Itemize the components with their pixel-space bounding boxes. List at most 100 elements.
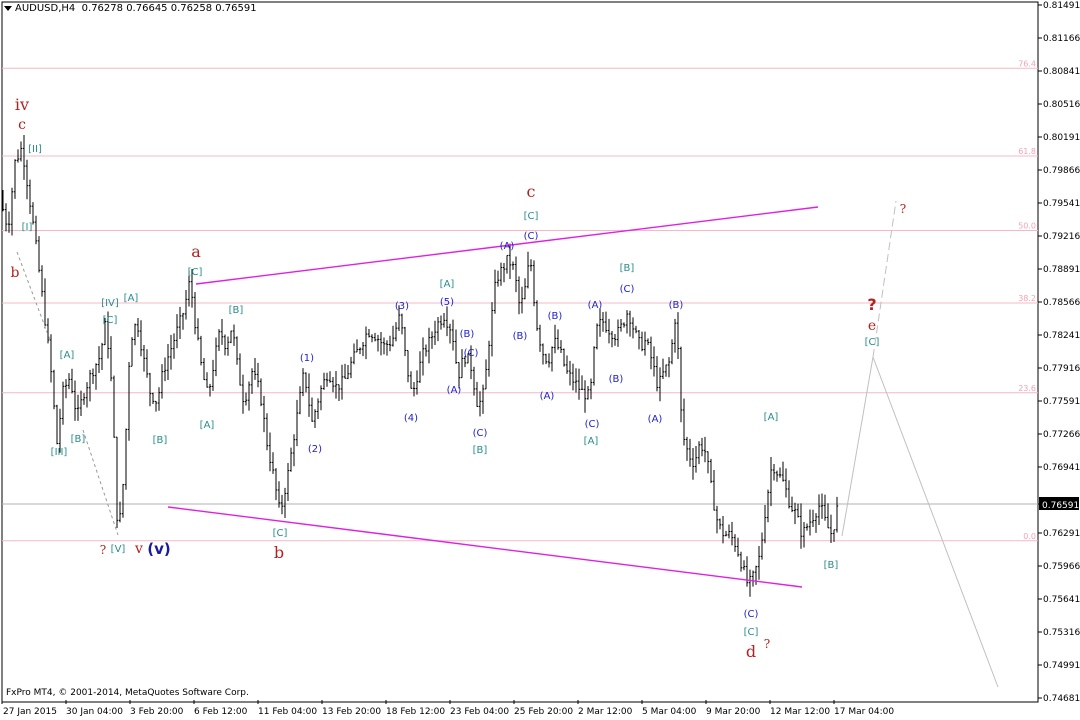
wave-label: (B) <box>513 331 528 342</box>
wave-label: d <box>746 642 756 661</box>
wave-label: [A] <box>440 279 455 290</box>
wave-label: (B) <box>609 374 624 385</box>
fib-level-label: 50.0 <box>1018 222 1036 231</box>
ohlc-values: 0.76278 0.76645 0.76258 0.76591 <box>81 3 257 14</box>
x-tick-label: 9 Mar 20:00 <box>706 707 761 717</box>
wave-label: [A] <box>60 350 75 361</box>
y-tick-label: 0.80841 <box>1043 67 1080 77</box>
fib-level-label: 23.6 <box>1018 384 1036 393</box>
plot-border <box>1 1 1039 703</box>
wave-label: v <box>134 541 143 557</box>
x-tick-label: 12 Mar 12:00 <box>770 707 830 717</box>
wave-label: (B) <box>669 300 684 311</box>
wave-label: [IV] <box>101 298 119 309</box>
lower-channel-line <box>167 506 803 588</box>
x-tick-label: 13 Feb 20:00 <box>322 707 381 717</box>
wave-label: [C] <box>273 528 288 539</box>
wave-label: (3) <box>395 301 409 312</box>
x-tick-label: 25 Feb 20:00 <box>514 707 573 717</box>
wave-label: (1) <box>300 353 314 364</box>
x-tick-label: 27 Jan 2015 <box>3 707 57 717</box>
wave-label: (A) <box>648 414 663 425</box>
wave-label: [C] <box>865 337 880 348</box>
fib-level-label: 0.0 <box>1023 532 1036 541</box>
candlestick-series <box>1 134 839 597</box>
wave-label: c <box>527 182 536 201</box>
symbol-header[interactable]: AUDUSD,H4 0.76278 0.76645 0.76258 0.7659… <box>4 3 257 14</box>
fib-level-label: 76.4 <box>1018 59 1036 68</box>
fib-level-label: 38.2 <box>1018 294 1036 303</box>
x-tick-label: 23 Feb 04:00 <box>450 707 509 717</box>
wave-label: (C) <box>585 419 600 430</box>
wave-label: (v) <box>147 540 171 558</box>
y-tick-label: 0.75316 <box>1043 628 1080 638</box>
wave-label: (B) <box>548 311 563 322</box>
y-tick-label: 0.77916 <box>1043 364 1080 374</box>
projection-line-down <box>872 356 999 688</box>
wave-label: [B] <box>153 435 168 446</box>
y-tick-label: 0.77591 <box>1043 397 1080 407</box>
y-axis: 0.81491 0.81166 0.80841 0.80516 0.80191 0.798… <box>1038 1 1080 704</box>
x-tick-label: 5 Mar 04:00 <box>642 707 697 717</box>
wave-label: (C) <box>473 428 488 439</box>
x-tick-label: 18 Feb 12:00 <box>386 707 445 717</box>
x-tick-label: 3 Feb 20:00 <box>130 707 184 717</box>
projection-line-up <box>841 356 874 537</box>
wave-label: [C] <box>744 627 759 638</box>
copyright-footer: FxPro MT4, © 2001-2014, MetaQuotes Softw… <box>6 688 249 698</box>
x-tick-label: 30 Jan 04:00 <box>66 707 123 717</box>
wave-label: (C) <box>464 348 479 359</box>
wave-label: (A) <box>540 391 555 402</box>
dropdown-triangle-icon[interactable] <box>4 5 12 11</box>
y-tick-label: 0.79866 <box>1043 166 1080 176</box>
wave-label: [A] <box>764 412 779 423</box>
wave-label: [B] <box>824 560 839 571</box>
y-tick-label: 0.79541 <box>1043 199 1080 209</box>
fibonacci-levels: 76.4 61.8 50.0 38.2 23.6 0.0 <box>2 59 1038 542</box>
wave-label: [III] <box>51 447 68 458</box>
y-tick-label: 0.81491 <box>1043 1 1080 11</box>
wave-label: b <box>11 265 20 281</box>
y-tick-label: 0.76291 <box>1043 529 1080 539</box>
y-tick-label: 0.80191 <box>1043 133 1080 143</box>
y-tick-label: 0.76941 <box>1043 463 1080 473</box>
y-tick-label: 0.74681 <box>1043 694 1080 704</box>
y-tick-label: 0.80516 <box>1043 100 1080 110</box>
x-tick-label: 17 Mar 04:00 <box>834 707 894 717</box>
symbol-label: AUDUSD,H4 <box>15 3 76 14</box>
wave-label: [I] <box>22 222 33 233</box>
wave-label: [II] <box>28 144 42 155</box>
wave-label: ? <box>100 543 106 557</box>
wave-label: (4) <box>404 413 418 424</box>
wave-label: ? <box>764 637 770 651</box>
y-tick-label: 0.81166 <box>1043 34 1080 44</box>
y-tick-label: 0.78566 <box>1043 298 1080 308</box>
wave-label: ? <box>867 295 876 314</box>
y-tick-label: 0.74991 <box>1043 661 1080 671</box>
wave-label: [A] <box>200 420 215 431</box>
wave-label: (A) <box>447 385 462 396</box>
x-axis: 27 Jan 2015 30 Jan 04:00 3 Feb 20:00 6 Feb … <box>1 700 894 717</box>
wave-label: [C] <box>103 315 118 326</box>
price-chart: 76.461.850.038.223.60.0 ivc[II][I]b[A][I… <box>1 1 1080 717</box>
wave-label: (B) <box>460 329 475 340</box>
y-tick-label: 0.77266 <box>1043 430 1080 440</box>
wave-labels: ivc[II][I]b[A][III][B][IV][C][A]? [V] v (v)… <box>11 95 907 661</box>
wave-label: [B] <box>473 445 488 456</box>
wave-label: (2) <box>308 444 322 455</box>
wave-label: iv <box>15 95 29 114</box>
projection-line-dashed <box>872 200 897 358</box>
wave-label: a <box>191 242 201 261</box>
fib-level-label: 61.8 <box>1018 147 1036 156</box>
wave-label: [C] <box>524 211 539 222</box>
wave-label: [B] <box>229 305 244 316</box>
wave-label: b <box>274 543 284 562</box>
y-tick-label: 0.78891 <box>1043 265 1080 275</box>
wave-label: [A] <box>124 293 139 304</box>
wave-label: ? <box>900 202 906 216</box>
y-tick-label: 0.79216 <box>1043 232 1080 242</box>
wave-label: e <box>868 318 876 334</box>
wave-label: (C) <box>524 231 539 242</box>
x-tick-label: 6 Feb 12:00 <box>194 707 248 717</box>
wave-label: c <box>18 117 26 133</box>
